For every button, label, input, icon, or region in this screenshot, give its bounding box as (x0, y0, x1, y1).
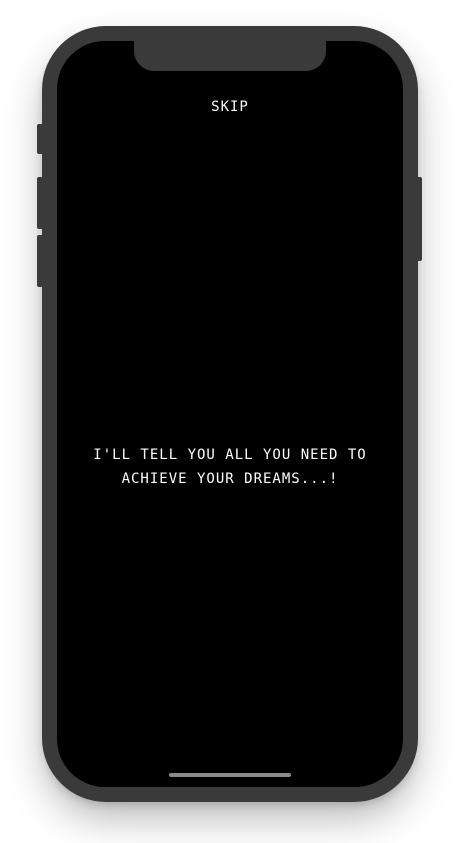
onboarding-message: I'LL TELL YOU ALL YOU NEED TO ACHIEVE YO… (81, 443, 379, 491)
stage: SKIP I'LL TELL YOU ALL YOU NEED TO ACHIE… (0, 0, 459, 843)
phone-screen: SKIP I'LL TELL YOU ALL YOU NEED TO ACHIE… (57, 41, 403, 787)
home-indicator[interactable] (169, 773, 291, 777)
notch (134, 41, 326, 71)
skip-button[interactable]: SKIP (57, 99, 403, 115)
message-line-1: I'LL TELL YOU ALL YOU NEED TO (93, 447, 367, 463)
message-line-2: ACHIEVE YOUR DREAMS...! (121, 471, 339, 487)
